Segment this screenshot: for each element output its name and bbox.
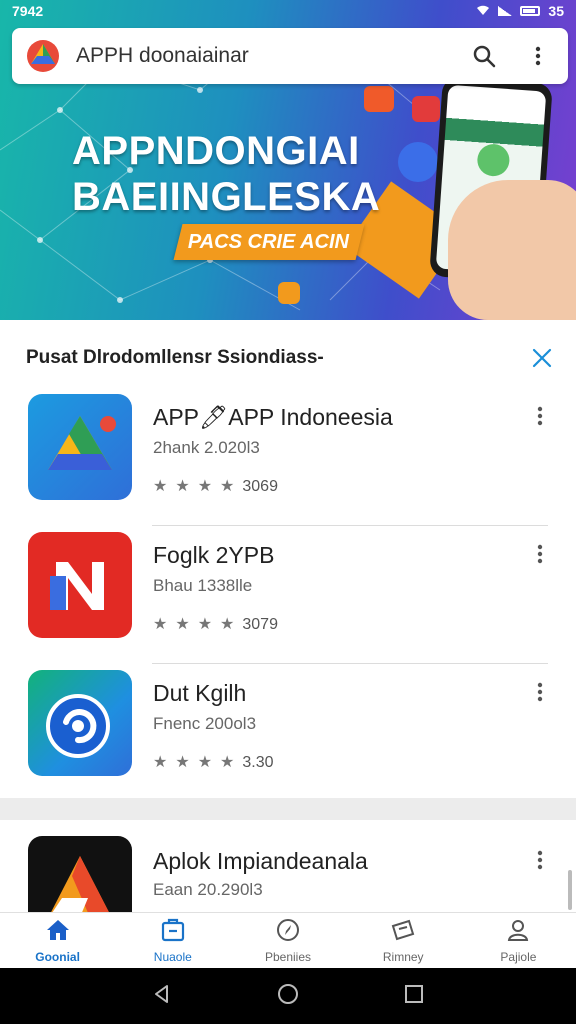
banner-cta-button[interactable]: PACS CRIE ACIN (173, 224, 365, 260)
bottom-navigation: Goonial Nuaole Pbeniies Rimney Pajiole (0, 912, 576, 968)
app-name: Foglk 2YPB (153, 542, 275, 568)
recents-icon[interactable] (403, 983, 425, 1010)
section-title: Pusat Dlrodomllensr Ssiondiass- (26, 347, 324, 368)
list-item[interactable]: APP🖊APP Indoneesia 2hank 2.020l3 ★★★★306… (0, 388, 576, 526)
nav-item-ticket[interactable]: Rimney (346, 913, 461, 968)
overflow-menu-icon[interactable] (522, 40, 554, 72)
star-rating-icon: ★★★★ (153, 616, 243, 633)
nav-item-profile[interactable]: Pajiole (461, 913, 576, 968)
more-options-icon[interactable] (528, 846, 552, 874)
ticket-icon (390, 918, 416, 947)
battery-icon (520, 6, 541, 16)
decor-tile (364, 86, 394, 112)
app-rating-value: 3079 (242, 616, 278, 633)
apps-icon (160, 918, 186, 947)
hand-illustration (448, 180, 576, 320)
nav-item-home[interactable]: Goonial (0, 913, 115, 968)
status-time: 7942 (12, 3, 44, 19)
home-icon (45, 918, 71, 947)
nav-label: Rimney (382, 949, 424, 964)
more-options-icon[interactable] (528, 402, 552, 430)
star-rating-icon: ★★★★ (153, 478, 243, 495)
app-store-logo-icon (26, 39, 60, 73)
app-subtitle: 2hank 2.020l3 (153, 438, 260, 457)
n-letter-icon (28, 532, 132, 638)
list-item[interactable]: Dut Kgilh Fnenc 200ol3 ★★★★3.30 (0, 664, 576, 802)
app-name: Dut Kgilh (153, 680, 247, 706)
status-battery-text: 35 (548, 3, 564, 19)
search-input[interactable]: APPH doonaiainar (76, 44, 468, 68)
status-bar: 7942 35 (0, 0, 576, 22)
status-icons: 35 (476, 3, 564, 19)
banner-title-line2: BAEIINGLESKA (72, 175, 381, 219)
search-icon[interactable] (468, 40, 500, 72)
nav-item-apps[interactable]: Nuaole (115, 913, 230, 968)
sync-circle-icon (28, 670, 132, 776)
signal-icon (498, 6, 513, 16)
app-rating-value: 3.30 (242, 754, 274, 771)
card-header: Pusat Dlrodomllensr Ssiondiass- (26, 344, 556, 372)
app-subtitle: Eaan 20.290l3 (153, 880, 263, 899)
nav-label: Goonial (35, 949, 80, 964)
decor-tile (412, 96, 440, 122)
app-list-card-2: Aplok Impiandeanala Eaan 20.290l3 (0, 820, 576, 912)
app-rating: ★★★★3.30 (153, 752, 274, 772)
app-rating-value: 3069 (242, 478, 278, 495)
home-button-icon[interactable] (276, 982, 300, 1011)
app-rating: ★★★★3069 (153, 476, 278, 496)
nav-item-explore[interactable]: Pbeniies (230, 913, 345, 968)
list-item[interactable]: Foglk 2YPB Bhau 1338lle ★★★★3079 (0, 526, 576, 664)
more-options-icon[interactable] (528, 540, 552, 568)
profile-icon (505, 918, 531, 947)
more-options-icon[interactable] (528, 678, 552, 706)
search-bar[interactable]: APPH doonaiainar (12, 28, 568, 84)
drive-style-icon (28, 394, 132, 500)
close-icon[interactable] (528, 344, 556, 372)
scrollbar-thumb[interactable] (568, 870, 572, 910)
decor-tile (398, 142, 438, 182)
triangle-logo-icon (28, 836, 132, 912)
nav-label: Pajiole (500, 949, 537, 964)
app-rating: ★★★★3079 (153, 614, 278, 634)
app-subtitle: Bhau 1338lle (153, 576, 253, 595)
nav-label: Pbeniies (264, 949, 312, 964)
nav-label: Nuaole (153, 949, 192, 964)
star-rating-icon: ★★★★ (153, 754, 243, 771)
app-subtitle: Fnenc 200ol3 (153, 714, 257, 733)
banner-cta-label: PACS CRIE ACIN (188, 230, 350, 253)
compass-icon (275, 918, 301, 947)
app-name: APP🖊APP Indoneesia (153, 404, 393, 430)
banner-title: APPNDONGIAI BAEIINGLESKA (72, 128, 380, 220)
list-item[interactable]: Aplok Impiandeanala Eaan 20.290l3 (0, 820, 576, 912)
banner-title-line1: APPNDONGIAI (72, 129, 360, 173)
wifi-icon (476, 3, 490, 19)
app-name: Aplok Impiandeanala (153, 848, 368, 874)
app-list-card: Pusat Dlrodomllensr Ssiondiass- APP🖊APP … (0, 320, 576, 798)
system-navigation-bar (0, 968, 576, 1024)
back-icon[interactable] (151, 983, 173, 1010)
decor-tile (278, 282, 300, 304)
